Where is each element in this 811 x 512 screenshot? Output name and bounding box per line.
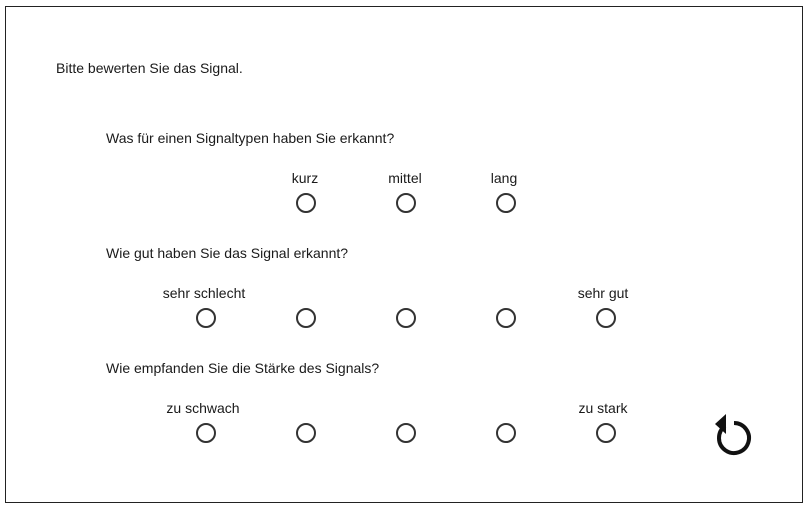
question-signal-strength: Wie empfanden Sie die Stärke des Signals…: [106, 360, 380, 376]
option-label-mittel: mittel: [388, 170, 422, 186]
option-label-kurz: kurz: [291, 170, 319, 186]
reset-button[interactable]: [713, 412, 755, 460]
radio-quality-1[interactable]: [196, 308, 216, 328]
radio-strength-4[interactable]: [496, 423, 516, 443]
radio-strength-5[interactable]: [596, 423, 616, 443]
radio-strength-2[interactable]: [296, 423, 316, 443]
radio-quality-3[interactable]: [396, 308, 416, 328]
option-label-lang: lang: [490, 170, 518, 186]
radio-quality-4[interactable]: [496, 308, 516, 328]
question-signal-type: Was für einen Signaltypen haben Sie erka…: [106, 130, 395, 146]
radio-strength-3[interactable]: [396, 423, 416, 443]
radio-mittel[interactable]: [396, 193, 416, 213]
radio-strength-1[interactable]: [196, 423, 216, 443]
scale-high-label: zu stark: [578, 400, 628, 416]
radio-quality-5[interactable]: [596, 308, 616, 328]
scale-low-label: zu schwach: [166, 400, 240, 416]
intro-text: Bitte bewerten Sie das Signal.: [56, 60, 243, 76]
radio-kurz[interactable]: [296, 193, 316, 213]
radio-quality-2[interactable]: [296, 308, 316, 328]
question-recognition-quality: Wie gut haben Sie das Signal erkannt?: [106, 245, 349, 261]
scale-high-label: sehr gut: [577, 285, 629, 301]
radio-lang[interactable]: [496, 193, 516, 213]
scale-low-label: sehr schlecht: [162, 285, 246, 301]
undo-icon: [715, 414, 751, 455]
